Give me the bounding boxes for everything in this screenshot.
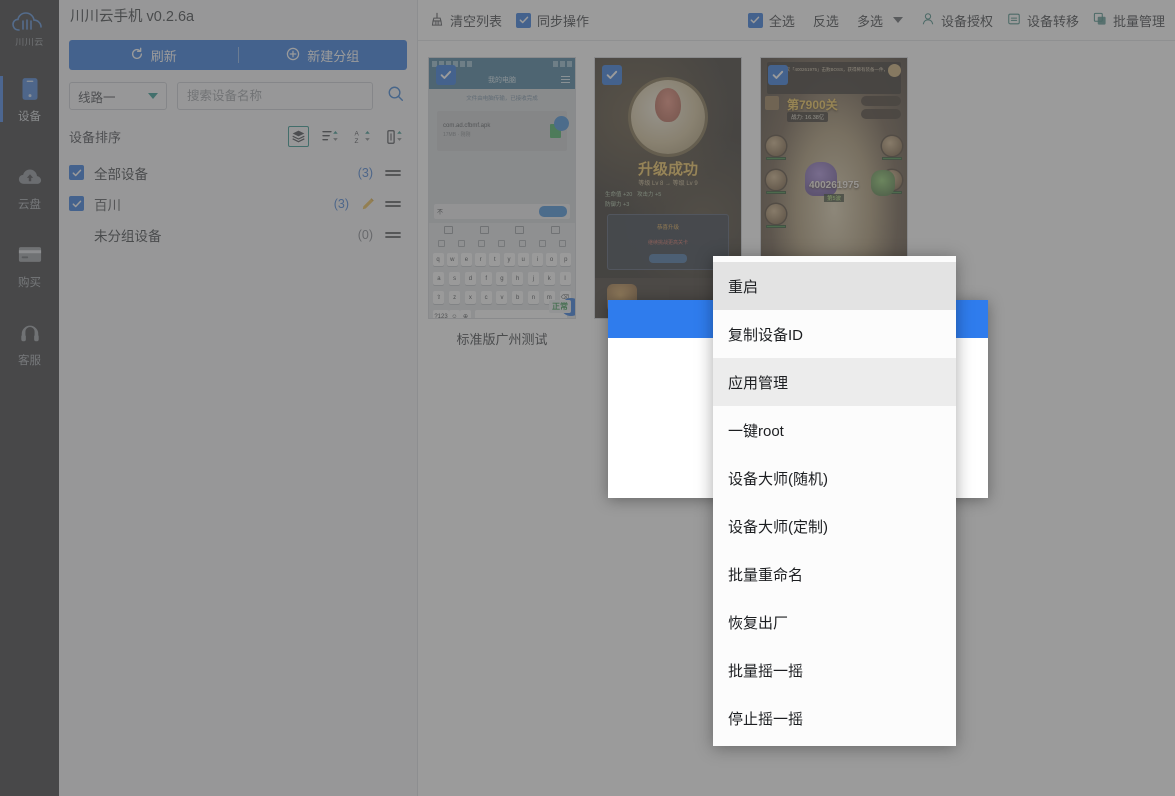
menu-item-factory-reset[interactable]: 恢复出厂 <box>713 598 956 646</box>
application-window: 川川云 设备 <box>0 0 1175 796</box>
menu-item-device-master-custom[interactable]: 设备大师(定制) <box>713 502 956 550</box>
menu-item-app-management[interactable]: 应用管理 <box>713 358 956 406</box>
modal-backdrop[interactable] <box>0 0 1175 796</box>
menu-item-one-click-root[interactable]: 一键root <box>713 406 956 454</box>
menu-item-restart[interactable]: 重启 <box>713 262 956 310</box>
menu-item-device-master-random[interactable]: 设备大师(随机) <box>713 454 956 502</box>
menu-item-batch-shake[interactable]: 批量摇一摇 <box>713 646 956 694</box>
menu-item-stop-shake[interactable]: 停止摇一摇 <box>713 694 956 742</box>
context-menu: 重启 复制设备ID 应用管理 一键root 设备大师(随机) 设备大师(定制) … <box>713 256 956 746</box>
menu-item-batch-rename[interactable]: 批量重命名 <box>713 550 956 598</box>
menu-item-copy-device-id[interactable]: 复制设备ID <box>713 310 956 358</box>
